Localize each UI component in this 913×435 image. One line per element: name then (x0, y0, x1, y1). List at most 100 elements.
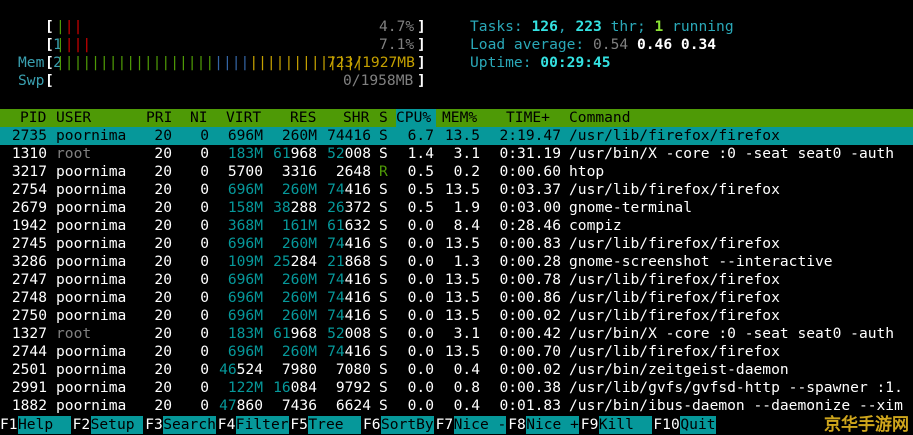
swp-value: 0/1958MB (343, 72, 414, 89)
col-mem[interactable]: MEM% (442, 109, 477, 127)
col-res[interactable]: RES (290, 109, 316, 127)
cell-user: root (56, 145, 92, 162)
mem-value-text: 723/1927MB (327, 54, 415, 71)
fkey-f4[interactable]: F4 (218, 416, 236, 434)
cell-virt: 158M (227, 199, 263, 216)
cell-pid: 2991 (11, 379, 47, 396)
fkey-f2[interactable]: F2 (73, 416, 91, 434)
process-row[interactable]: 1310 root 20 0 183M 61968 52008 S 1.4 3.1 0:31.19 /… (0, 145, 913, 163)
cell-ni: 0 (200, 343, 209, 360)
process-row[interactable]: 2735 poornima 20 0 696M 260M 74416 S 6.7 13.5 2:19… (0, 127, 913, 145)
fkey-f10[interactable]: F10 (653, 416, 679, 434)
cell-res: 260M (281, 307, 317, 324)
cpu2-value: 7.1% (379, 36, 415, 53)
cell-cmd: /usr/bin/zeitgeist-daemon (569, 361, 789, 378)
col-ni[interactable]: NI (190, 109, 208, 127)
process-row[interactable]: 1942 poornima 20 0 368M 161M 61632 S 0.0 8.4 0:28.… (0, 217, 913, 235)
process-row[interactable]: 1327 root 20 0 183M 61968 52008 S 0.0 3.1 0:00.42 /… (0, 325, 913, 343)
col-user[interactable]: USER (56, 109, 91, 127)
fkey-f5[interactable]: F5 (290, 416, 308, 434)
cell-cpu: 0.0 (407, 235, 434, 252)
process-row[interactable]: 2750 poornima 20 0 696M 260M 74416 S 0.0 13.5 0:00… (0, 307, 913, 325)
cell-pid: 1882 (11, 397, 47, 414)
fkey-f1[interactable]: F1 (0, 416, 18, 434)
cell-pid: 1942 (11, 217, 47, 234)
cell-mem: 0.8 (453, 379, 480, 396)
process-row[interactable]: 2745 poornima 20 0 696M 260M 74416 S 0.0 13.5 0:00… (0, 235, 913, 253)
cell-mem: 1.9 (453, 199, 480, 216)
cell-s: S (379, 181, 388, 198)
fkey-f8[interactable]: F8 (508, 416, 526, 434)
fkey-f3[interactable]: F3 (145, 416, 163, 434)
fkey-label-f7[interactable]: Nice - (453, 416, 507, 434)
load1: 0.54 (593, 36, 629, 53)
cell-time: 0:31.19 (499, 145, 561, 162)
process-row[interactable]: 3286 poornima 20 0 109M 25284 21868 S 0.0 1.3 0:00… (0, 253, 913, 271)
cell-pri: 20 (154, 343, 172, 360)
process-row[interactable]: 2679 poornima 20 0 158M 38288 26372 S 0.5 1.9 0:03… (0, 199, 913, 217)
fkey-label-f6[interactable]: SortBy (381, 416, 434, 434)
col-command[interactable]: Command (569, 109, 631, 127)
col-cpu[interactable]: CPU% (396, 109, 436, 127)
process-row[interactable]: 2747 poornima 20 0 696M 260M 74416 S 0.0 13.5 0:00… (0, 271, 913, 289)
process-row[interactable]: 1882 poornima 20 0 47860 7436 6624 S 0.0 0.4 0:01.… (0, 397, 913, 415)
fkey-label-f9[interactable]: Kill (598, 416, 652, 434)
cell-pri: 20 (154, 127, 172, 144)
cell-cmd: /usr/lib/firefox/firefox (569, 307, 780, 324)
cell-cmd: /usr/bin/X -core :0 -seat seat0 -auth (569, 145, 895, 162)
cell-ni: 0 (200, 271, 209, 288)
cell-ni: 0 (200, 253, 209, 270)
fkey-label-f2[interactable]: Setup (90, 416, 144, 434)
fkey-label-f4[interactable]: Filter (235, 416, 289, 434)
cell-user: poornima (56, 199, 127, 216)
col-virt[interactable]: VIRT (226, 109, 261, 127)
fkey-f9[interactable]: F9 (581, 416, 599, 434)
cell-shr: 74416 (327, 127, 371, 144)
cell-cpu: 0.0 (407, 253, 434, 270)
uptime-line: Uptime: 00:29:45 (470, 54, 611, 72)
col-time[interactable]: TIME+ (506, 109, 550, 127)
load15: 0.34 (680, 36, 717, 53)
fkey-label-f5[interactable]: Tree (308, 416, 362, 434)
fkey-label-f8[interactable]: Nice + (526, 416, 579, 434)
col-s[interactable]: S (379, 109, 388, 127)
cell-pid: 2744 (11, 343, 47, 360)
cell-cpu: 0.5 (407, 199, 434, 216)
col-shr[interactable]: SHR (343, 109, 369, 127)
cell-mem: 13.5 (444, 307, 480, 324)
cell-s: S (379, 361, 388, 378)
cell-shr: 74416 (327, 181, 371, 198)
col-pri[interactable]: PRI (146, 109, 172, 127)
process-row[interactable]: 2754 poornima 20 0 696M 260M 74416 S 0.5 13.5 0:03… (0, 181, 913, 199)
cpu2-bracket-open: [ (45, 36, 54, 53)
cell-ni: 0 (200, 397, 209, 414)
cell-virt: 696M (227, 235, 263, 252)
tasks-label: Tasks: (470, 18, 532, 35)
cell-virt: 5700 (227, 163, 263, 180)
cpu2-bar: |||| (56, 36, 92, 53)
fkey-label-f1[interactable]: Help (18, 416, 71, 434)
cell-shr: 74416 (327, 235, 371, 252)
cell-time: 0:00.42 (499, 325, 561, 342)
fkey-f6[interactable]: F6 (363, 416, 381, 434)
process-row[interactable]: 2748 poornima 20 0 696M 260M 74416 S 0.0 13.5 0:00… (0, 289, 913, 307)
cell-time: 2:19.47 (499, 127, 561, 144)
cell-mem: 13.5 (444, 271, 480, 288)
process-row[interactable]: 2501 poornima 20 0 46524 7980 7080 S 0.0 0.4 0:00.… (0, 361, 913, 379)
cpu1-bar: ||| (56, 18, 83, 35)
cell-pri: 20 (154, 199, 172, 216)
fkey-label-f10[interactable]: Quit (680, 416, 716, 434)
process-row[interactable]: 2991 poornima 20 0 122M 16084 9792 S 0.0 0.8 0:00.… (0, 379, 913, 397)
col-pid[interactable]: PID (20, 109, 46, 127)
cell-virt: 696M (227, 289, 263, 306)
cell-user: poornima (56, 253, 127, 270)
cell-user: root (56, 325, 92, 342)
cell-time: 0:00.02 (499, 361, 561, 378)
fkey-f7[interactable]: F7 (436, 416, 454, 434)
fkey-label-f3[interactable]: Search (163, 416, 216, 434)
cell-virt: 696M (227, 127, 263, 144)
process-row[interactable]: 2744 poornima 20 0 696M 260M 74416 S 0.0 13.5 0:00… (0, 343, 913, 361)
process-row[interactable]: 3217 poornima 20 0 5700 3316 2648 R 0.5 0.2 0:00.6… (0, 163, 913, 181)
cell-time: 0:00.28 (499, 253, 561, 270)
function-key-bar: F1 Help F2 Setup F3 Search F4 Filter F5 Tree F6… (0, 416, 913, 434)
